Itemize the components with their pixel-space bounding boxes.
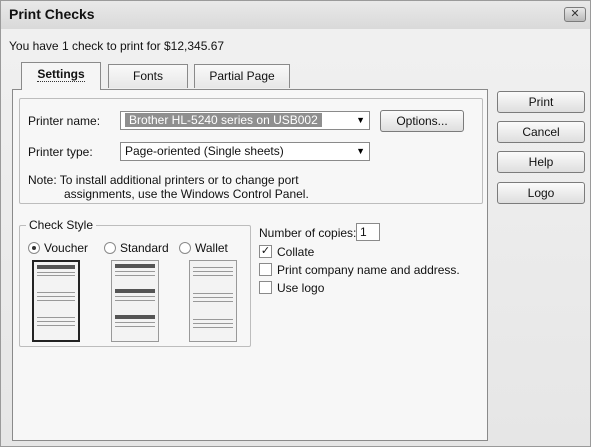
standard-preview — [111, 260, 159, 342]
print-company-label[interactable]: Print company name and address. — [277, 263, 460, 277]
check-style-group: Check Style Voucher Standard Wallet — [19, 218, 251, 347]
title-bar: Print Checks ✕ — [1, 1, 590, 29]
print-checks-dialog: Print Checks ✕ You have 1 check to print… — [0, 0, 591, 447]
copies-input[interactable]: 1 — [356, 223, 380, 241]
note-line-1: Note: To install additional printers or … — [28, 173, 299, 187]
wallet-label[interactable]: Wallet — [195, 241, 228, 255]
dialog-title: Print Checks — [9, 6, 95, 22]
settings-panel: Printer name: Brother HL-5240 series on … — [12, 89, 488, 441]
printer-name-select[interactable]: Brother HL-5240 series on USB002 ▼ — [120, 111, 370, 130]
printer-group: Printer name: Brother HL-5240 series on … — [19, 98, 483, 204]
close-button[interactable]: ✕ — [564, 7, 586, 22]
chevron-down-icon: ▼ — [356, 146, 365, 156]
standard-radio[interactable] — [104, 242, 116, 254]
standard-label[interactable]: Standard — [120, 241, 169, 255]
collate-label[interactable]: Collate — [277, 245, 314, 259]
printer-type-label: Printer type: — [28, 145, 93, 159]
tab-partial-page[interactable]: Partial Page — [194, 64, 290, 88]
help-button[interactable]: Help — [497, 151, 585, 173]
print-company-checkbox[interactable] — [259, 263, 272, 276]
voucher-preview — [32, 260, 80, 342]
tab-fonts[interactable]: Fonts — [108, 64, 188, 88]
copies-label: Number of copies: — [259, 226, 357, 240]
use-logo-label[interactable]: Use logo — [277, 281, 324, 295]
printer-name-value: Brother HL-5240 series on USB002 — [125, 113, 322, 127]
note-line-2: assignments, use the Windows Control Pan… — [64, 187, 309, 201]
printer-name-label: Printer name: — [28, 114, 101, 128]
options-button[interactable]: Options... — [380, 110, 464, 132]
chevron-down-icon: ▼ — [356, 115, 365, 125]
printer-type-value: Page-oriented (Single sheets) — [125, 144, 284, 158]
print-button[interactable]: Print — [497, 91, 585, 113]
wallet-radio[interactable] — [179, 242, 191, 254]
check-summary: You have 1 check to print for $12,345.67 — [9, 39, 225, 53]
logo-button[interactable]: Logo — [497, 182, 585, 204]
tab-fonts-label: Fonts — [132, 69, 163, 83]
collate-checkbox[interactable]: ✓ — [259, 245, 272, 258]
voucher-label[interactable]: Voucher — [44, 241, 88, 255]
cancel-button[interactable]: Cancel — [497, 121, 585, 143]
printer-type-select[interactable]: Page-oriented (Single sheets) ▼ — [120, 142, 370, 161]
use-logo-checkbox[interactable] — [259, 281, 272, 294]
tab-partial-page-label: Partial Page — [209, 69, 275, 83]
tab-settings-label: Settings — [37, 67, 85, 82]
tab-settings[interactable]: Settings — [21, 62, 101, 90]
wallet-preview — [189, 260, 237, 342]
check-style-label: Check Style — [26, 218, 97, 232]
voucher-radio[interactable] — [28, 242, 40, 254]
